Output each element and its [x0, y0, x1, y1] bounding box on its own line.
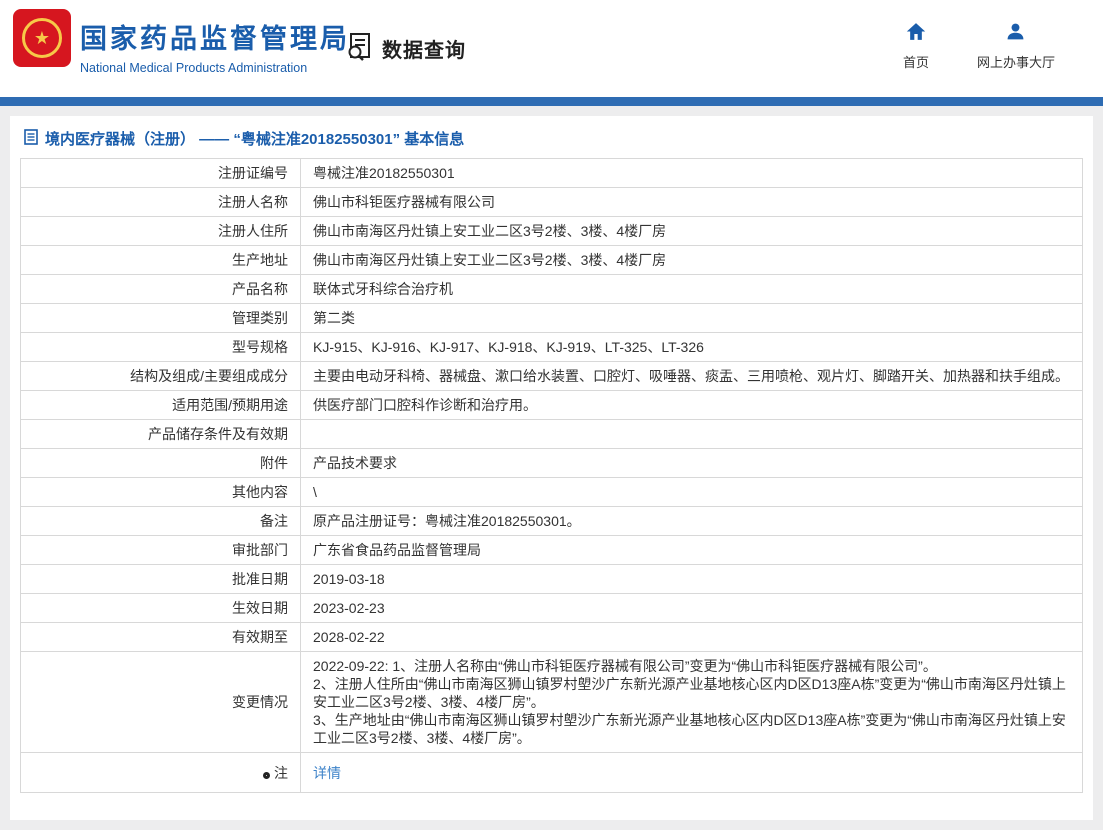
row-value: 2022-09-22: 1、注册人名称由“佛山市科钜医疗器械有限公司”变更为“佛…: [301, 652, 1083, 753]
table-row: 附件产品技术要求: [21, 449, 1083, 478]
row-label: 适用范围/预期用途: [21, 391, 301, 420]
table-row: 产品名称联体式牙科综合治疗机: [21, 275, 1083, 304]
nav-home-label: 首页: [903, 52, 929, 71]
row-label: 生产地址: [21, 246, 301, 275]
user-icon: [1006, 22, 1025, 46]
table-row-note: 注 详情: [21, 753, 1083, 793]
table-row: 适用范围/预期用途供医疗部门口腔科作诊断和治疗用。: [21, 391, 1083, 420]
row-value: 第二类: [301, 304, 1083, 333]
row-value: 粤械注准20182550301: [301, 159, 1083, 188]
row-value: 联体式牙科综合治疗机: [301, 275, 1083, 304]
org-name-en: National Medical Products Administration: [80, 61, 350, 75]
table-row: 其他内容\: [21, 478, 1083, 507]
row-value: 供医疗部门口腔科作诊断和治疗用。: [301, 391, 1083, 420]
table-row: 管理类别第二类: [21, 304, 1083, 333]
row-label: 备注: [21, 507, 301, 536]
detail-link[interactable]: 详情: [313, 765, 341, 781]
note-label-cell: 注: [21, 753, 301, 793]
table-row: 生产地址佛山市南海区丹灶镇上安工业二区3号2楼、3楼、4楼厂房: [21, 246, 1083, 275]
nav-item-service-hall[interactable]: 网上办事大厅: [977, 22, 1055, 71]
row-label: 结构及组成/主要组成成分: [21, 362, 301, 391]
registration-info-table: 注册证编号粤械注准20182550301 注册人名称佛山市科钜医疗器械有限公司 …: [20, 158, 1083, 793]
row-label: 变更情况: [21, 652, 301, 753]
table-row: 型号规格KJ-915、KJ-916、KJ-917、KJ-918、KJ-919、L…: [21, 333, 1083, 362]
page-title-row: 境内医疗器械（注册） —— “粤械注准20182550301” 基本信息: [10, 116, 1093, 158]
row-value: 佛山市科钜医疗器械有限公司: [301, 188, 1083, 217]
row-value: 产品技术要求: [301, 449, 1083, 478]
row-value: 2028-02-22: [301, 623, 1083, 652]
row-value: 原产品注册证号：粤械注准20182550301。: [301, 507, 1083, 536]
note-circle-icon: [263, 772, 270, 779]
document-search-icon: [345, 31, 375, 66]
row-value: 2023-02-23: [301, 594, 1083, 623]
row-label: 注册证编号: [21, 159, 301, 188]
note-label: 注: [274, 765, 288, 781]
row-label: 型号规格: [21, 333, 301, 362]
national-emblem-logo: ★: [13, 9, 71, 67]
table-row: 注册证编号粤械注准20182550301: [21, 159, 1083, 188]
data-query-section[interactable]: 数据查询: [345, 31, 466, 66]
note-value-cell: 详情: [301, 753, 1083, 793]
site-brand: 国家药品监督管理局 National Medical Products Admi…: [80, 17, 350, 75]
row-value: KJ-915、KJ-916、KJ-917、KJ-918、KJ-919、LT-32…: [301, 333, 1083, 362]
row-label: 审批部门: [21, 536, 301, 565]
row-value: 佛山市南海区丹灶镇上安工业二区3号2楼、3楼、4楼厂房: [301, 246, 1083, 275]
row-label: 有效期至: [21, 623, 301, 652]
site-header: ★ 国家药品监督管理局 National Medical Products Ad…: [0, 0, 1103, 97]
table-row: 有效期至2028-02-22: [21, 623, 1083, 652]
table-row: 审批部门广东省食品药品监督管理局: [21, 536, 1083, 565]
data-query-label: 数据查询: [382, 34, 466, 63]
top-nav: 首页 网上办事大厅: [903, 22, 1055, 71]
home-icon: [906, 22, 926, 46]
row-label: 批准日期: [21, 565, 301, 594]
table-row: 注册人名称佛山市科钜医疗器械有限公司: [21, 188, 1083, 217]
info-panel: 境内医疗器械（注册） —— “粤械注准20182550301” 基本信息 注册证…: [10, 116, 1093, 820]
row-value: \: [301, 478, 1083, 507]
table-row: 批准日期2019-03-18: [21, 565, 1083, 594]
table-row: 备注原产品注册证号：粤械注准20182550301。: [21, 507, 1083, 536]
row-label: 管理类别: [21, 304, 301, 333]
row-value: 广东省食品药品监督管理局: [301, 536, 1083, 565]
table-row: 产品储存条件及有效期: [21, 420, 1083, 449]
row-label: 附件: [21, 449, 301, 478]
row-value: 佛山市南海区丹灶镇上安工业二区3号2楼、3楼、4楼厂房: [301, 217, 1083, 246]
header-divider-bar: [0, 97, 1103, 106]
table-row-change-history: 变更情况2022-09-22: 1、注册人名称由“佛山市科钜医疗器械有限公司”变…: [21, 652, 1083, 753]
table-row: 结构及组成/主要组成成分主要由电动牙科椅、器械盘、漱口给水装置、口腔灯、吸唾器、…: [21, 362, 1083, 391]
nav-hall-label: 网上办事大厅: [977, 52, 1055, 71]
nav-item-home[interactable]: 首页: [903, 22, 929, 71]
row-label: 注册人名称: [21, 188, 301, 217]
row-value: 2019-03-18: [301, 565, 1083, 594]
page-title: 境内医疗器械（注册） —— “粤械注准20182550301” 基本信息: [45, 128, 464, 149]
row-label: 产品储存条件及有效期: [21, 420, 301, 449]
page-content: 境内医疗器械（注册） —— “粤械注准20182550301” 基本信息 注册证…: [0, 106, 1103, 830]
row-label: 其他内容: [21, 478, 301, 507]
org-name-cn: 国家药品监督管理局: [80, 17, 350, 56]
row-label: 注册人住所: [21, 217, 301, 246]
table-row: 注册人住所佛山市南海区丹灶镇上安工业二区3号2楼、3楼、4楼厂房: [21, 217, 1083, 246]
row-label: 产品名称: [21, 275, 301, 304]
emblem-ring: ★: [22, 18, 62, 58]
emblem-star-icon: ★: [34, 29, 50, 47]
document-icon: [24, 129, 38, 149]
table-row: 生效日期2023-02-23: [21, 594, 1083, 623]
row-value: 主要由电动牙科椅、器械盘、漱口给水装置、口腔灯、吸唾器、痰盂、三用喷枪、观片灯、…: [301, 362, 1083, 391]
row-value: [301, 420, 1083, 449]
row-label: 生效日期: [21, 594, 301, 623]
